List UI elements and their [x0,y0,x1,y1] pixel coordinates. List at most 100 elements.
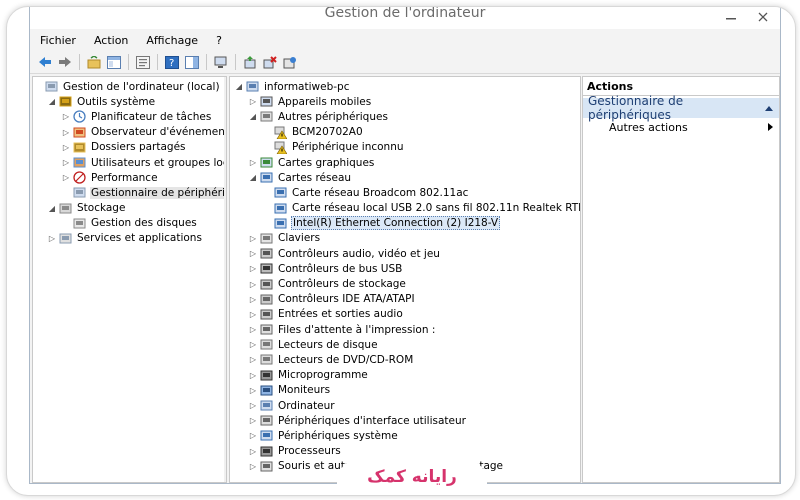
console-tree-item[interactable]: ◢ Stockage [33,201,226,216]
collapsed-triangle-icon[interactable]: ▷ [248,461,258,471]
console-tree-pane: Gestion de l'ordinateur (local) ◢ Outils s… [32,76,227,483]
device-tree-item[interactable]: ▷ Contrôleurs de stockage [230,276,580,291]
console-tree-item[interactable]: ▷ Utilisateurs et groupes locaux [33,155,226,170]
tree-node-icon [73,156,86,169]
keyboard-icon [260,233,273,244]
device-tree-item[interactable]: ▷ Périphériques système [230,428,580,443]
device-tree-item[interactable]: Périphérique inconnu [230,140,580,155]
collapsed-triangle-icon[interactable]: ▷ [248,340,258,350]
console-tree-item[interactable]: Gestion des disques [33,216,226,231]
device-tree-item[interactable]: ▷ Microprogramme [230,368,580,383]
console-tree-item[interactable]: ▷ Planificateur de tâches [33,109,226,124]
device-tree-item[interactable]: ▷ Périphériques d'interface utilisateur [230,413,580,428]
device-tree-item[interactable]: ▷ Ordinateur [230,398,580,413]
device-tree-item[interactable]: ▷ Contrôleurs IDE ATA/ATAPI [230,292,580,307]
tree-node-label: Moniteurs [278,384,331,397]
up-folder-button[interactable] [85,53,103,71]
tree-node-label: Périphériques d'interface utilisateur [278,414,466,427]
device-tree-item[interactable]: ▷ Cartes graphiques [230,155,580,170]
device-tree-item[interactable]: ◢ Autres périphériques [230,109,580,124]
close-button[interactable] [752,9,774,25]
help-button[interactable]: ? [163,53,181,71]
tree-node-label: Autres périphériques [278,110,388,123]
device-tree-item[interactable]: ▷ Contrôleurs audio, vidéo et jeu [230,246,580,261]
device-tree-item[interactable]: ▷ Lecteurs de disque [230,337,580,352]
device-tree-item[interactable]: ▷ Lecteurs de DVD/CD-ROM [230,352,580,367]
minimize-icon [726,18,736,20]
action-pane-icon [185,55,199,69]
collapsed-triangle-icon[interactable]: ▷ [248,158,258,168]
collapsed-triangle-icon[interactable]: ▷ [248,264,258,274]
collapsed-triangle-icon[interactable]: ▷ [61,127,71,137]
collapsed-triangle-icon[interactable]: ▷ [248,416,258,426]
uninstall-device-button[interactable] [261,53,279,71]
app-window: Gestion de l'ordinateur Fichier Action A… [29,7,781,484]
tree-node-icon [274,141,287,154]
device-tree-item[interactable]: ◢ Cartes réseau [230,170,580,185]
tree-node-label: Périphériques système [278,429,398,442]
tree-node-label: Planificateur de tâches [91,110,212,123]
actions-group-device-manager[interactable]: Gestionnaire de périphériques [583,94,779,122]
device-tree-item[interactable]: Carte réseau Broadcom 802.11ac [230,185,580,200]
device-tree-item[interactable]: ▷ Entrées et sorties audio [230,307,580,322]
menu-help[interactable]: ? [214,34,224,47]
device-tree-item[interactable]: Intel(R) Ethernet Connection (2) I218-V [230,216,580,231]
enable-device-button[interactable] [281,53,299,71]
device-tree-item[interactable]: ▷ Appareils mobiles [230,94,580,109]
tree-node-label: informatiweb-pc [264,80,350,93]
performance-icon [73,171,86,184]
collapsed-triangle-icon[interactable]: ▷ [248,401,258,411]
device-tree-item[interactable]: ▷ Moniteurs [230,383,580,398]
scan-hardware-button[interactable] [212,53,230,71]
collapsed-triangle-icon[interactable]: ▷ [248,446,258,456]
collapsed-triangle-icon[interactable]: ▷ [248,309,258,319]
console-tree-item[interactable]: ◢ Outils système [33,94,226,109]
collapsed-triangle-icon[interactable]: ▷ [248,97,258,107]
collapsed-triangle-icon[interactable]: ▷ [248,249,258,259]
device-tree-item[interactable]: ▷ Claviers [230,231,580,246]
show-tree-button[interactable] [105,53,123,71]
device-tree-item[interactable]: Carte réseau local USB 2.0 sans fil 802.… [230,201,580,216]
device-tree-item[interactable]: ◢ informatiweb-pc [230,79,580,94]
collapsed-triangle-icon[interactable]: ▷ [248,385,258,395]
device-tree-item[interactable]: BCM20702A0 [230,125,580,140]
collapsed-triangle-icon[interactable]: ▷ [248,325,258,335]
collapsed-triangle-icon[interactable]: ▷ [61,142,71,152]
collapsed-triangle-icon[interactable]: ▷ [61,158,71,168]
device-tree-item[interactable]: ▷ Files d'attente à l'impression : [230,322,580,337]
expanded-triangle-icon[interactable]: ◢ [248,112,258,122]
forward-button[interactable] [56,53,74,71]
console-tree-item[interactable]: Gestion de l'ordinateur (local) [33,79,226,94]
console-tree-item[interactable]: ▷ Services et applications [33,231,226,246]
minimize-button[interactable] [720,9,742,25]
menu-action[interactable]: Action [92,34,130,47]
expanded-triangle-icon[interactable]: ◢ [47,203,57,213]
expanded-triangle-icon[interactable]: ◢ [248,173,258,183]
back-button[interactable] [36,53,54,71]
menu-fichier[interactable]: Fichier [38,34,78,47]
expanded-triangle-icon[interactable]: ◢ [234,82,244,92]
collapsed-triangle-icon[interactable]: ▷ [47,233,57,243]
tree-node-label: Stockage [77,202,126,215]
update-driver-button[interactable] [241,53,259,71]
device-tree-item[interactable]: ▷ Contrôleurs de bus USB [230,261,580,276]
console-tree-item[interactable]: ▷ Observateur d'événements [33,125,226,140]
show-action-pane-button[interactable] [183,53,201,71]
console-tree-item[interactable]: ▷ Performance [33,170,226,185]
collapsed-triangle-icon[interactable]: ▷ [61,112,71,122]
network-adapter-icon [274,203,287,214]
collapsed-triangle-icon[interactable]: ▷ [248,279,258,289]
collapsed-triangle-icon[interactable]: ▷ [61,173,71,183]
collapsed-triangle-icon[interactable]: ▷ [248,370,258,380]
collapsed-triangle-icon[interactable]: ▷ [248,431,258,441]
expanded-triangle-icon[interactable]: ◢ [47,97,57,107]
collapsed-triangle-icon[interactable]: ▷ [248,233,258,243]
tree-node-icon [73,126,86,139]
collapsed-triangle-icon[interactable]: ▷ [248,294,258,304]
menu-affichage[interactable]: Affichage [144,34,200,47]
collapsed-triangle-icon[interactable]: ▷ [248,355,258,365]
properties-button[interactable] [134,53,152,71]
console-tree-item[interactable]: Gestionnaire de périphériques [33,185,226,200]
console-tree-item[interactable]: ▷ Dossiers partagés [33,140,226,155]
